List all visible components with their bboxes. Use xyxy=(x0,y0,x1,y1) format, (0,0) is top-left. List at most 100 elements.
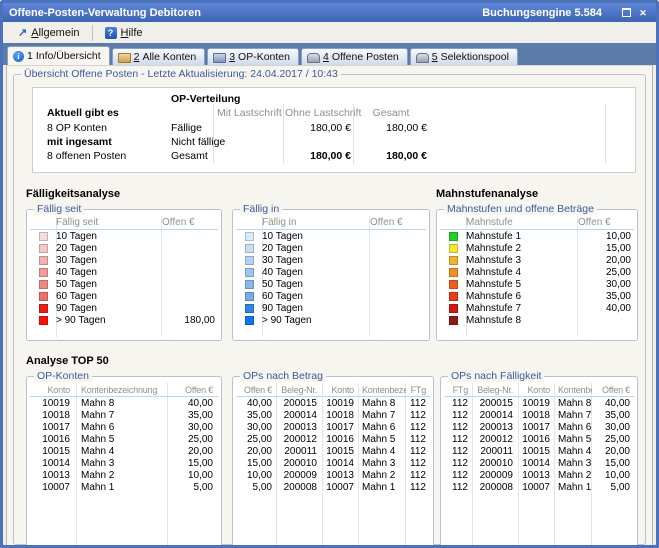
table-row[interactable]: 90 Tagen xyxy=(236,302,426,314)
cell-kontenbezeichnung: Mahn 8 xyxy=(358,398,406,409)
table-row[interactable]: 11220001410018Mahn 735,00 xyxy=(444,409,634,421)
row-label: 90 Tagen xyxy=(262,303,370,314)
tab-alle-konten[interactable]: 2Alle Konten xyxy=(112,48,206,65)
table-row[interactable]: 11220000810007Mahn 15,00 xyxy=(444,481,634,493)
table-row[interactable]: 10016Mahn 525,00 xyxy=(30,433,218,445)
table-row[interactable]: 11220001310017Mahn 630,00 xyxy=(444,421,634,433)
tab-label: Info/Übersicht xyxy=(36,50,101,62)
row-label: Mahnstufe 1 xyxy=(466,231,578,242)
tab-number: 3 xyxy=(229,51,235,63)
table-row[interactable]: > 90 Tagen180,00 xyxy=(30,314,218,326)
table-row[interactable]: 30 Tagen xyxy=(236,254,426,266)
table-row[interactable]: 11220001110015Mahn 420,00 xyxy=(444,445,634,457)
table-row[interactable]: 15,0020001010014Mahn 3112 xyxy=(236,457,430,469)
table-row[interactable]: 50 Tagen xyxy=(30,278,218,290)
table-row[interactable]: 20 Tagen xyxy=(236,242,426,254)
table-row[interactable]: 10007Mahn 15,00 xyxy=(30,481,218,493)
opv-col-ohne: Ohne Lastschrift xyxy=(285,107,351,119)
table-row[interactable]: 20,0020001110015Mahn 4112 xyxy=(236,445,430,457)
severity-color-chip xyxy=(449,232,458,241)
app-version: Buchungsengine 5.584 xyxy=(482,7,602,19)
table-row[interactable]: 10015Mahn 420,00 xyxy=(30,445,218,457)
cell-offen: 5,00 xyxy=(168,482,218,493)
table-row[interactable]: Mahnstufe 110,00 xyxy=(440,230,634,242)
table-row[interactable]: 35,0020001410018Mahn 7112 xyxy=(236,409,430,421)
table-row[interactable]: 10017Mahn 630,00 xyxy=(30,421,218,433)
cell-konto: 10007 xyxy=(518,482,554,493)
table-row[interactable]: Mahnstufe 425,00 xyxy=(440,266,634,278)
severity-color-chip xyxy=(449,268,458,277)
tab-selektionspool[interactable]: 5Selektionspool xyxy=(410,48,518,65)
close-button[interactable] xyxy=(636,6,650,19)
table-row[interactable]: 40,0020001510019Mahn 8112 xyxy=(236,397,430,409)
cell-ftg: 112 xyxy=(444,422,472,433)
table-row[interactable]: 11220001010014Mahn 315,00 xyxy=(444,457,634,469)
table-row[interactable]: 40 Tagen xyxy=(236,266,426,278)
tab-info-uebersicht[interactable]: 1Info/Übersicht xyxy=(7,46,110,65)
menu-item-hilfe[interactable]: Hilfe xyxy=(92,25,150,41)
severity-color-chip xyxy=(39,280,48,289)
table-row[interactable]: 10 Tagen xyxy=(236,230,426,242)
opv-title: OP-Verteilung xyxy=(171,93,240,105)
table-row[interactable]: Mahnstufe 635,00 xyxy=(440,290,634,302)
row-label: 30 Tagen xyxy=(262,255,370,266)
table-row[interactable]: 25,0020001210016Mahn 5112 xyxy=(236,433,430,445)
table-row[interactable]: 10 Tagen xyxy=(30,230,218,242)
opv-intro-line: Aktuell gibt es xyxy=(47,107,119,119)
table-row[interactable]: Mahnstufe 215,00 xyxy=(440,242,634,254)
cell-offen: 25,00 xyxy=(168,434,218,445)
cell-offen: 40,00 xyxy=(168,398,218,409)
cell-kontenbezeichnung: Mahn 3 xyxy=(358,458,406,469)
row-value: 180,00 xyxy=(162,315,218,326)
table-row[interactable]: 11220000910013Mahn 210,00 xyxy=(444,469,634,481)
table-row[interactable]: Mahnstufe 320,00 xyxy=(440,254,634,266)
opv-value: 180,00 € xyxy=(285,150,351,162)
opv-intro-line: 8 OP Konten xyxy=(47,122,107,134)
table-row[interactable]: 30 Tagen xyxy=(30,254,218,266)
table-row[interactable]: 10018Mahn 735,00 xyxy=(30,409,218,421)
restore-button[interactable] xyxy=(619,6,633,19)
severity-color-chip xyxy=(449,316,458,325)
table-row[interactable]: 11220001510019Mahn 840,00 xyxy=(444,397,634,409)
table-row[interactable]: 10,0020000910013Mahn 2112 xyxy=(236,469,430,481)
table-row[interactable]: 10019Mahn 840,00 xyxy=(30,397,218,409)
tab-offene-posten[interactable]: 4Offene Posten xyxy=(301,48,408,65)
table-row[interactable]: 20 Tagen xyxy=(30,242,218,254)
row-label: 60 Tagen xyxy=(56,291,162,302)
section-heading: Mahnstufenanalyse xyxy=(436,188,638,200)
table-row[interactable]: 40 Tagen xyxy=(30,266,218,278)
tab-label: OP-Konten xyxy=(238,51,290,63)
table-row[interactable]: > 90 Tagen xyxy=(236,314,426,326)
opv-row-label: Fällige xyxy=(171,122,202,134)
table-row[interactable]: Mahnstufe 530,00 xyxy=(440,278,634,290)
cell-ftg: 112 xyxy=(406,446,430,457)
cell-kontenbezeichnung: Mahn 4 xyxy=(554,446,592,457)
table-row[interactable]: 10014Mahn 315,00 xyxy=(30,457,218,469)
tab-op-konten[interactable]: 3OP-Konten xyxy=(207,48,299,65)
opv-value: 180,00 € xyxy=(285,122,351,134)
faellig-in-box: Fällig in Fällig inOffen € 10 Tagen20 Ta… xyxy=(232,209,430,341)
section-heading: Fälligkeitsanalyse xyxy=(26,188,430,200)
severity-color-chip xyxy=(245,304,254,313)
table-row[interactable]: Mahnstufe 8 xyxy=(440,314,634,326)
row-value: 10,00 xyxy=(578,231,634,242)
section-heading: Analyse TOP 50 xyxy=(26,355,645,367)
table-row[interactable]: 60 Tagen xyxy=(236,290,426,302)
table-row[interactable]: 10013Mahn 210,00 xyxy=(30,469,218,481)
row-value: 20,00 xyxy=(578,255,634,266)
row-label: Mahnstufe 8 xyxy=(466,315,578,326)
menu-item-allgemein[interactable]: Allgemein xyxy=(11,24,87,41)
coins-icon xyxy=(307,53,320,63)
table-row[interactable]: Mahnstufe 740,00 xyxy=(440,302,634,314)
table-row[interactable]: 30,0020001310017Mahn 6112 xyxy=(236,421,430,433)
table-row[interactable]: 11220001210016Mahn 525,00 xyxy=(444,433,634,445)
cell-kontenbezeichnung: Mahn 1 xyxy=(358,482,406,493)
table-row[interactable]: 50 Tagen xyxy=(236,278,426,290)
cell-konto: 10013 xyxy=(518,470,554,481)
table-row[interactable]: 90 Tagen xyxy=(30,302,218,314)
cell-konto: 10014 xyxy=(322,458,358,469)
table-row[interactable]: 5,0020000810007Mahn 1112 xyxy=(236,481,430,493)
folder-icon xyxy=(118,53,131,63)
table-row[interactable]: 60 Tagen xyxy=(30,290,218,302)
severity-color-chip xyxy=(245,280,254,289)
